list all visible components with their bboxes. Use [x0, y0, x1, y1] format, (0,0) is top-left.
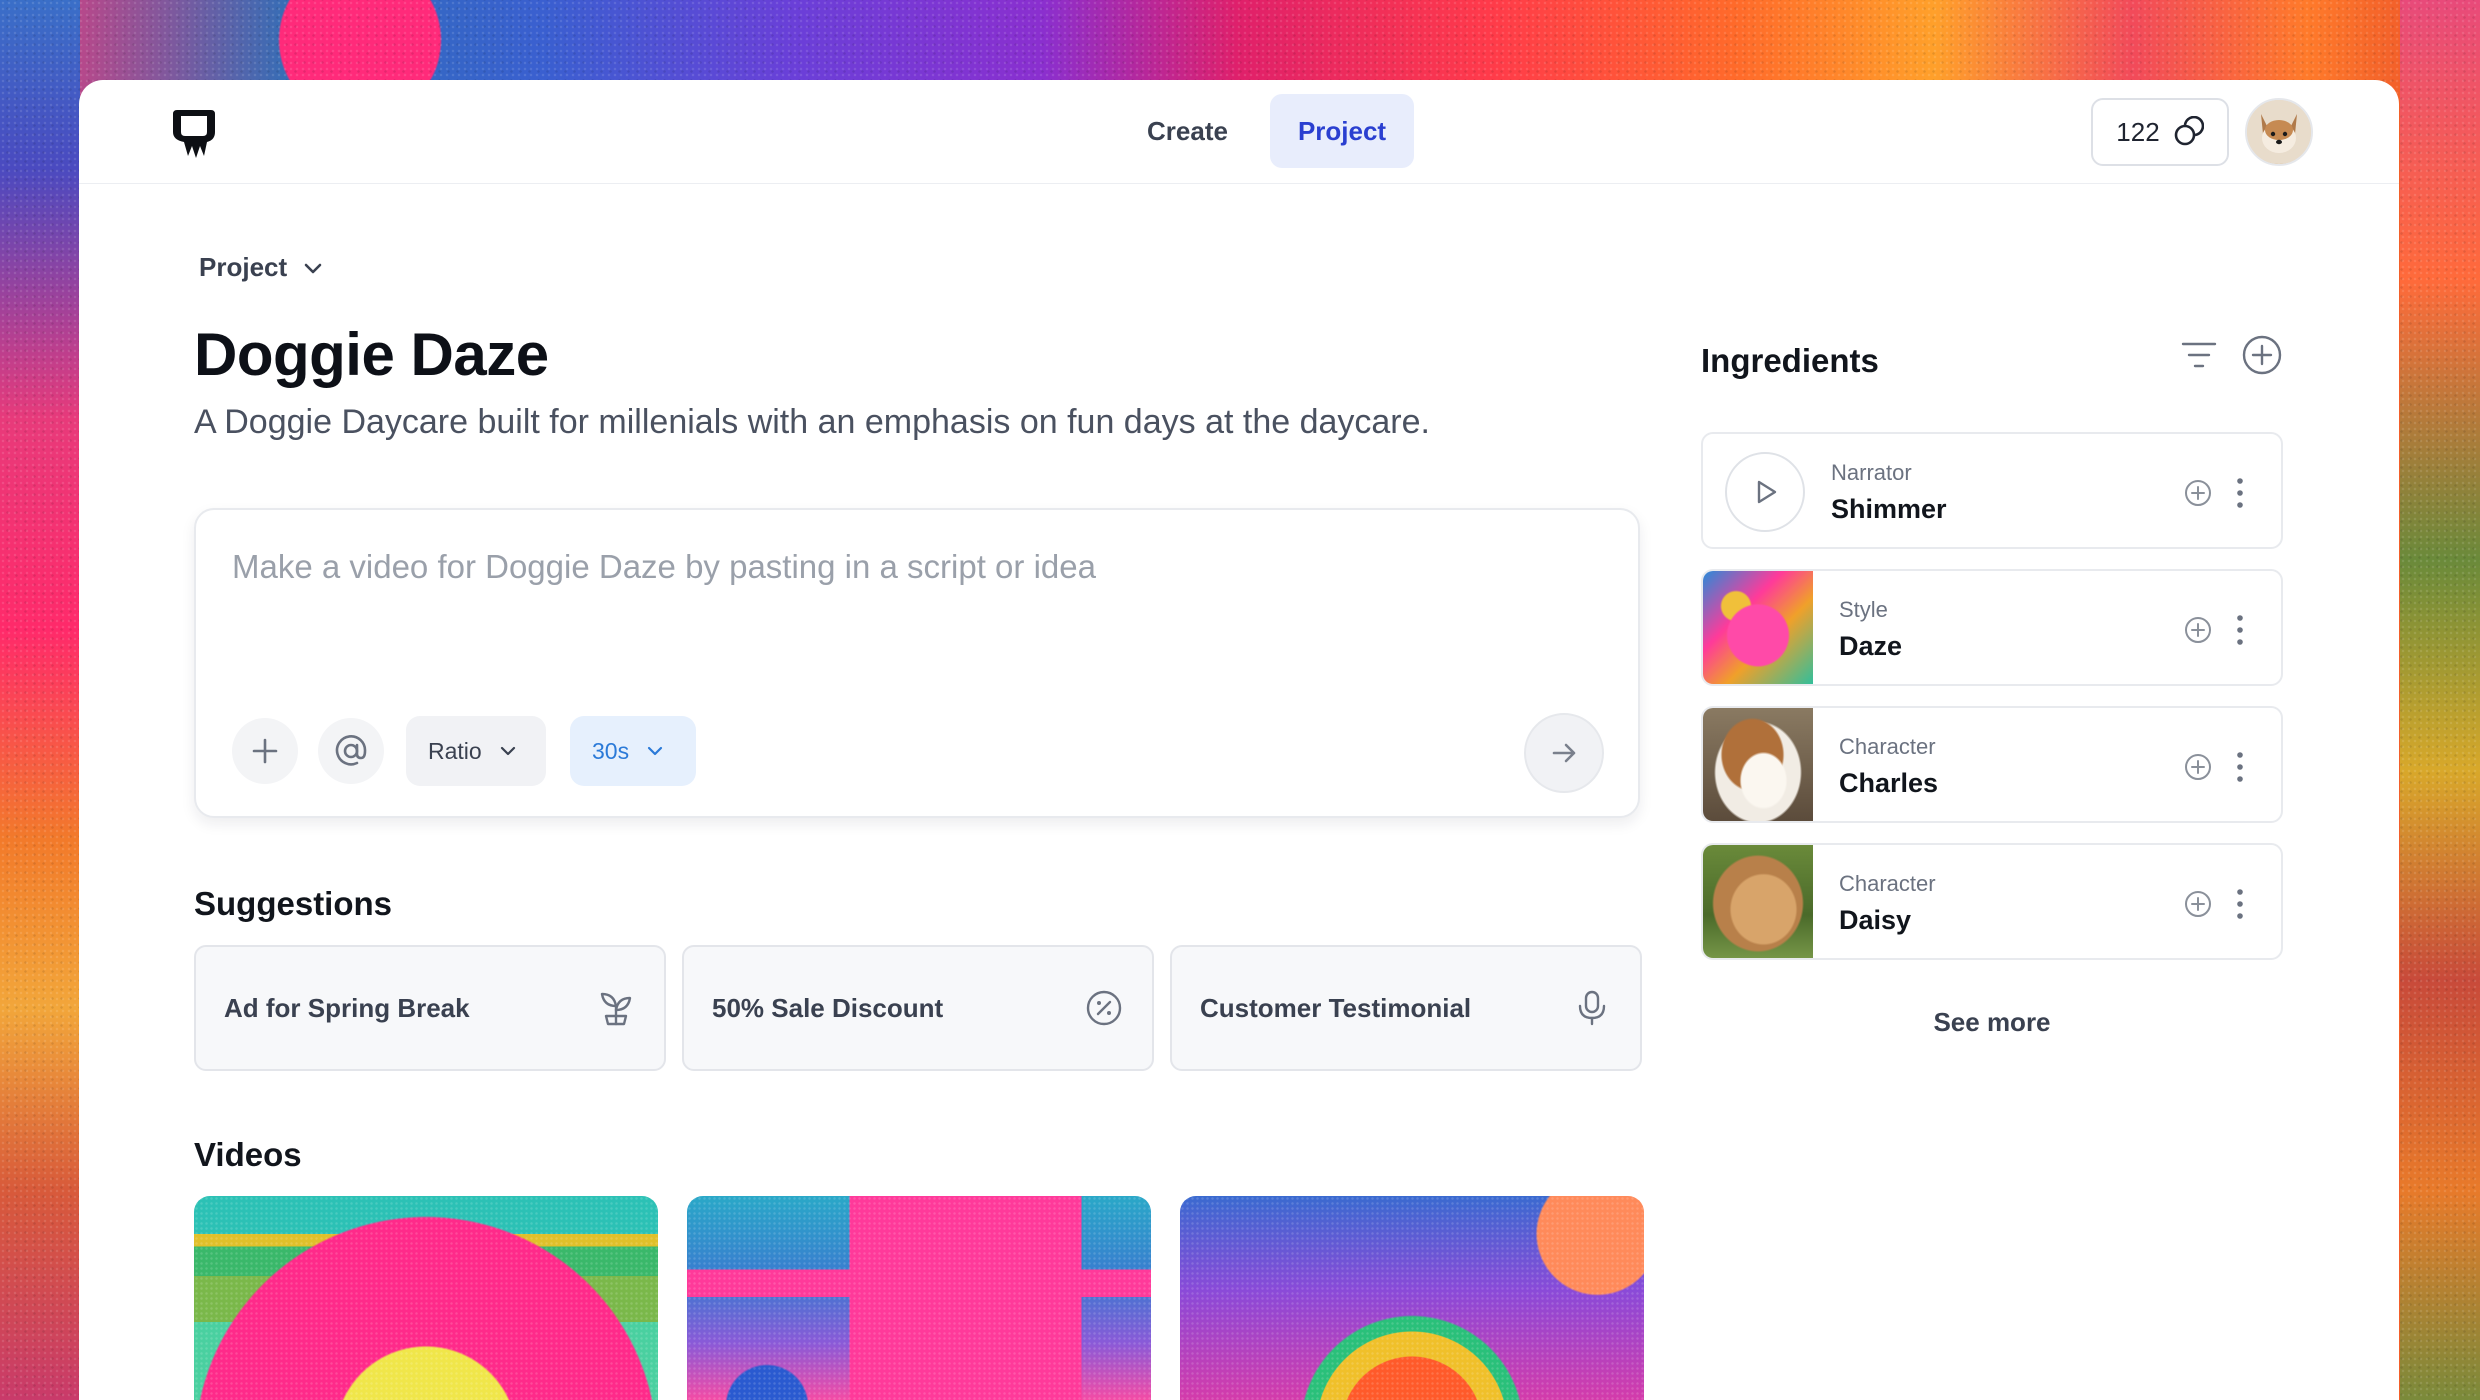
ingredient-character-charles[interactable]: Character Charles: [1701, 706, 2283, 823]
suggestion-label: Customer Testimonial: [1200, 992, 1472, 1023]
add-circle-icon[interactable]: [2183, 889, 2213, 919]
more-vertical-icon[interactable]: [2235, 887, 2245, 921]
play-voice-button[interactable]: [1725, 452, 1805, 532]
credits-icon: [2174, 116, 2204, 146]
video-thumbnail[interactable]: [194, 1196, 658, 1400]
submit-prompt-button[interactable]: [1524, 713, 1604, 793]
tab-create[interactable]: Create: [1119, 94, 1256, 168]
ingredient-text: Character Charles: [1839, 734, 1938, 799]
ratio-label: Ratio: [428, 737, 482, 764]
chevron-down-icon: [304, 263, 322, 273]
suggestion-label: 50% Sale Discount: [712, 992, 944, 1023]
mention-button[interactable]: [318, 718, 384, 784]
at-sign-icon: [335, 735, 367, 766]
arrow-right-icon: [1552, 743, 1576, 763]
ratio-dropdown[interactable]: Ratio: [406, 716, 546, 786]
brand-logo-icon[interactable]: [171, 106, 217, 160]
page-title: Doggie Daze: [194, 321, 549, 388]
more-vertical-icon[interactable]: [2235, 750, 2245, 784]
add-circle-icon[interactable]: [2183, 615, 2213, 645]
video-thumbnail[interactable]: [1180, 1196, 1644, 1400]
credits-count: 122: [2116, 116, 2160, 147]
ingredient-style[interactable]: Style Daze: [1701, 569, 2283, 686]
project-selector[interactable]: Project: [199, 252, 325, 283]
ingredient-text: Narrator Shimmer: [1831, 460, 1947, 525]
ingredients-list: Narrator Shimmer Style Daze Character Ch…: [1701, 432, 2283, 980]
ingredient-kind: Character: [1839, 871, 1936, 896]
more-vertical-icon[interactable]: [2235, 476, 2245, 510]
credits-badge[interactable]: 122: [2091, 98, 2229, 166]
more-vertical-icon[interactable]: [2235, 613, 2245, 647]
chevron-down-icon: [500, 746, 515, 756]
duration-dropdown[interactable]: 30s: [570, 716, 696, 786]
plus-icon: [252, 738, 278, 764]
videos-title: Videos: [194, 1136, 302, 1173]
see-more-link[interactable]: See more: [1701, 1007, 2283, 1038]
ingredient-kind: Narrator: [1831, 460, 1912, 485]
microphone-icon: [1578, 990, 1606, 1026]
videos-grid: [194, 1196, 1644, 1400]
suggestions-title: Suggestions: [194, 885, 393, 922]
suggestions-list: Ad for Spring Break 50% Sale Discount Cu…: [194, 945, 1642, 1071]
ingredient-kind: Style: [1839, 597, 1888, 622]
filter-icon[interactable]: [2179, 335, 2219, 375]
ingredient-text: Style Daze: [1839, 597, 1902, 662]
add-attachment-button[interactable]: [232, 718, 298, 784]
top-bar: Create Project 122: [79, 80, 2399, 184]
ingredient-name: Daze: [1839, 631, 1903, 661]
play-icon: [1757, 480, 1777, 504]
chevron-down-icon: [647, 746, 663, 756]
ingredient-character-daisy[interactable]: Character Daisy: [1701, 843, 2283, 960]
ingredient-kind: Character: [1839, 734, 1936, 759]
add-circle-icon[interactable]: [2183, 752, 2213, 782]
main-nav: Create Project: [1119, 94, 1415, 168]
user-avatar[interactable]: [2245, 98, 2313, 166]
add-ingredient-icon[interactable]: [2241, 334, 2283, 376]
ingredient-text: Character Daisy: [1839, 871, 1936, 936]
add-circle-icon[interactable]: [2183, 478, 2213, 508]
suggestion-customer-testimonial[interactable]: Customer Testimonial: [1170, 945, 1642, 1071]
dog-face-icon: [2247, 100, 2311, 164]
ingredient-thumbnail: [1703, 708, 1813, 821]
prompt-composer: Ratio 30s: [194, 508, 1640, 818]
duration-label: 30s: [592, 737, 630, 764]
ingredients-actions: [2179, 334, 2283, 376]
video-thumbnail[interactable]: [687, 1196, 1151, 1400]
ingredient-name: Daisy: [1839, 905, 1912, 935]
suggestion-spring-break[interactable]: Ad for Spring Break: [194, 945, 666, 1071]
app-window: Create Project 122 Project Doggie Daze A…: [79, 80, 2399, 1400]
ingredient-thumbnail: [1703, 571, 1813, 684]
ingredient-name: Shimmer: [1831, 494, 1947, 524]
ingredient-thumbnail: [1703, 845, 1813, 958]
suggestion-label: Ad for Spring Break: [224, 992, 470, 1023]
percent-icon: [1086, 990, 1122, 1026]
suggestion-sale-discount[interactable]: 50% Sale Discount: [682, 945, 1154, 1071]
tab-project[interactable]: Project: [1269, 94, 1415, 168]
sprout-icon: [600, 992, 632, 1026]
prompt-input[interactable]: [232, 548, 1532, 586]
ingredient-narrator[interactable]: Narrator Shimmer: [1701, 432, 2283, 549]
project-selector-label: Project: [199, 252, 288, 282]
project-description: A Doggie Daycare built for millenials wi…: [194, 403, 1430, 441]
ingredients-title: Ingredients: [1701, 342, 1879, 379]
ingredient-name: Charles: [1839, 768, 1939, 798]
